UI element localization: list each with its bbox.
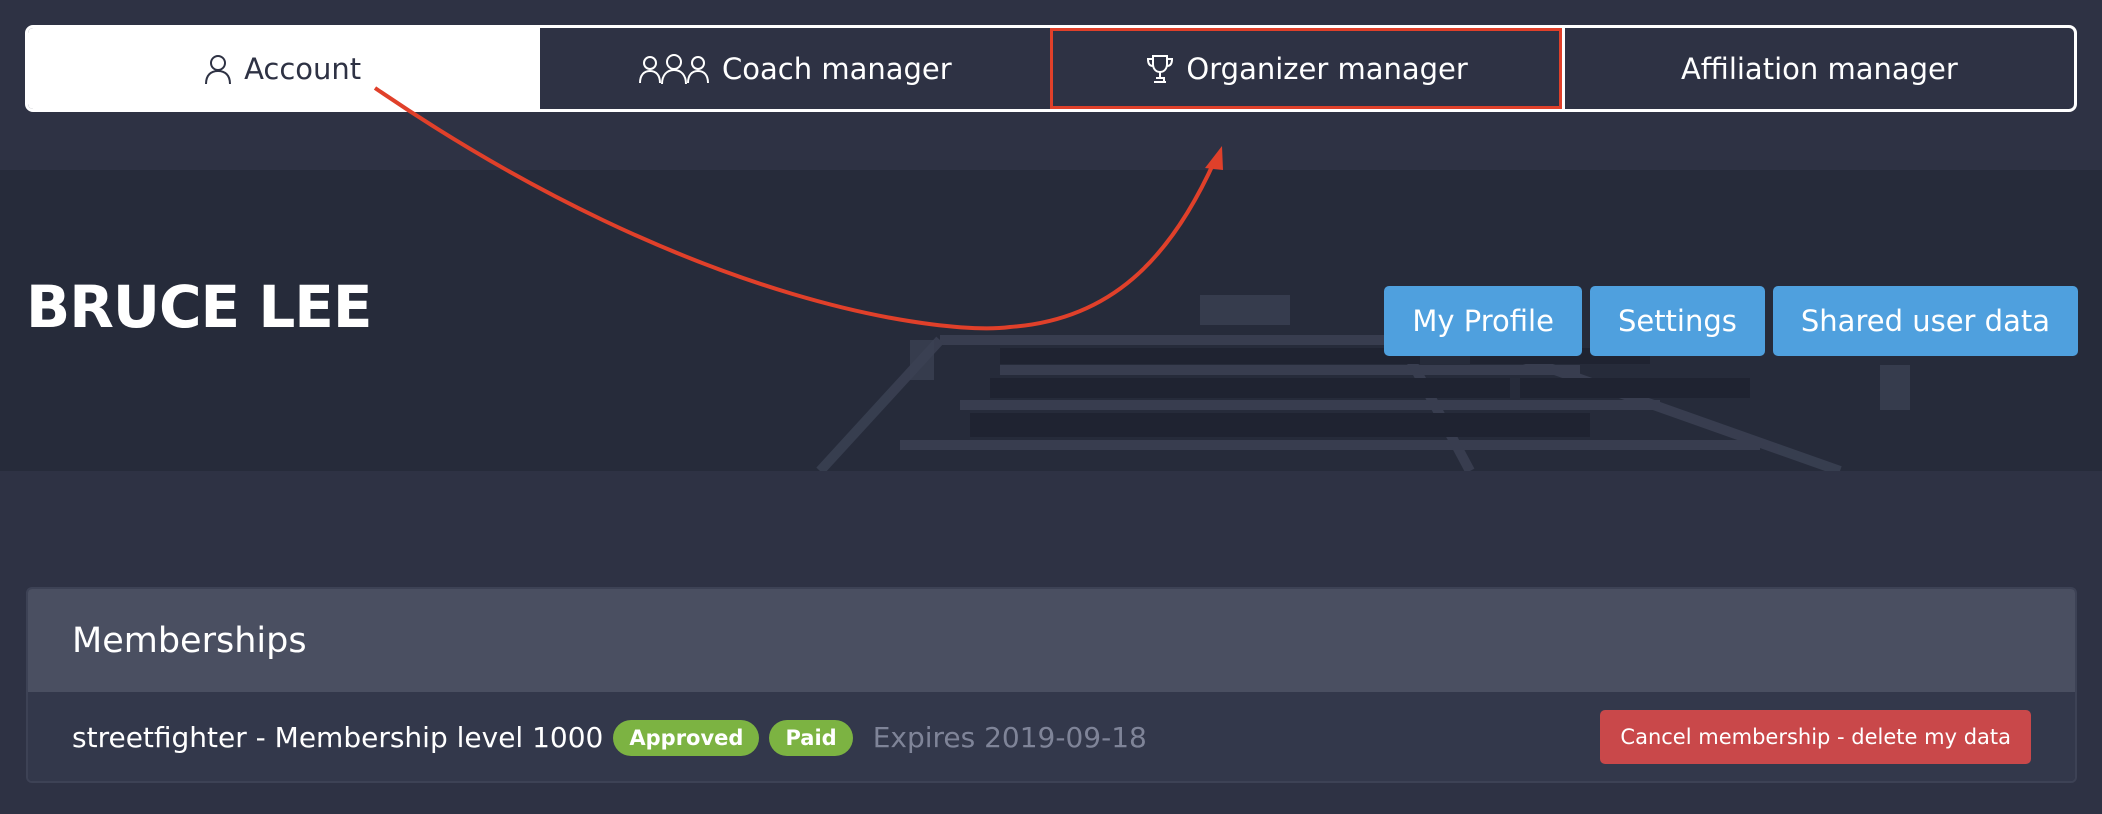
- user-name: BRUCE LEE: [26, 273, 373, 341]
- tab-affiliation-manager[interactable]: Affiliation manager: [1561, 28, 2074, 109]
- membership-row: streetfighter - Membership level 1000 Ap…: [28, 692, 2075, 781]
- tab-coach-manager[interactable]: Coach manager: [537, 28, 1049, 109]
- membership-name: streetfighter - Membership level 1000: [72, 721, 604, 754]
- status-badge-approved: Approved: [613, 719, 760, 756]
- tab-bar: Account Coach manager Organizer manager …: [25, 25, 2077, 112]
- user-icon: [204, 53, 232, 85]
- membership-expiry: Expires 2019-09-18: [872, 721, 1147, 754]
- tab-organizer-manager[interactable]: Organizer manager: [1049, 28, 1562, 109]
- users-icon: [638, 53, 710, 85]
- profile-actions: My Profile Settings Shared user data: [1384, 286, 2078, 356]
- memberships-panel: Memberships streetfighter - Membership l…: [26, 587, 2077, 783]
- shared-user-data-button[interactable]: Shared user data: [1772, 286, 2078, 356]
- tab-account-label: Account: [244, 51, 362, 86]
- status-badge-paid: Paid: [769, 719, 853, 756]
- my-profile-button[interactable]: My Profile: [1384, 286, 1582, 356]
- memberships-title: Memberships: [28, 589, 2075, 692]
- trophy-icon: [1146, 54, 1174, 84]
- tab-coach-manager-label: Coach manager: [722, 51, 952, 86]
- settings-button[interactable]: Settings: [1589, 286, 1765, 356]
- tab-organizer-manager-label: Organizer manager: [1186, 51, 1468, 86]
- tab-affiliation-manager-label: Affiliation manager: [1680, 51, 1958, 86]
- cancel-membership-button[interactable]: Cancel membership - delete my data: [1600, 710, 2031, 764]
- tab-account[interactable]: Account: [28, 28, 538, 109]
